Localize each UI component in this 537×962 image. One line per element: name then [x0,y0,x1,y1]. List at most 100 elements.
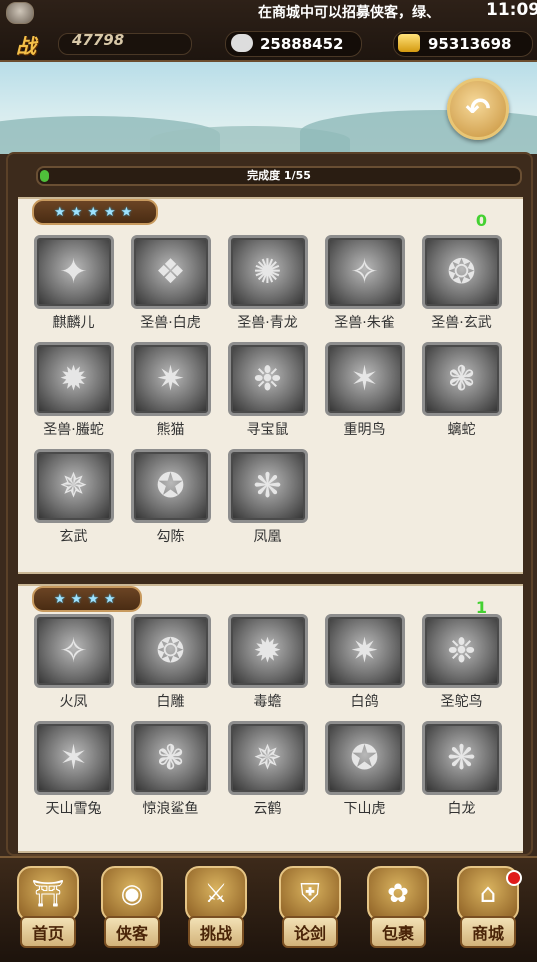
pet-name: 白雕 [156,694,185,710]
star-icon: ★ [103,591,116,607]
pet-name: 白鸽 [350,694,379,710]
pet-card[interactable]: ❋ 白龙 [413,721,510,818]
pet-card[interactable]: ✶ 天山雪兔 [25,721,122,818]
combat-power-value: 47798 [72,31,125,49]
nav-item-2[interactable]: ⚔ 挑战 [176,866,256,958]
pet-card[interactable]: ✹ 毒蟾 [219,614,316,711]
silver-currency[interactable]: 25888452 [225,31,362,57]
star-icon: ★ [70,204,83,220]
five-star-tab: ★ ★ ★ ★ ★ [32,199,159,225]
nav-label: 论剑 [281,916,338,948]
pet-card[interactable]: ❉ 圣鸵鸟 [413,614,510,711]
pet-portrait-icon: ✶ [324,342,405,416]
shield-icon: ⛨ [279,866,341,922]
pet-card[interactable]: ✷ 熊猫 [122,342,219,439]
pet-portrait-icon: ✷ [130,342,211,416]
nav-item-0[interactable]: ⛩ 首页 [8,866,88,958]
pet-card[interactable]: ✦ 麒麟儿 [25,235,122,332]
pet-portrait-icon: ✪ [130,449,211,523]
pet-portrait-icon: ❉ [227,342,308,416]
four-star-section[interactable]: ★ ★ ★ ★ 1 ✧ 火凤 ❂ 白雕 ✹ 毒蟾 ✷ 白鸽 ❉ 圣鸵鸟 ✶ 天山雪兔 ❃ 惊浪鲨鱼 ✵ 云鹤 ✪ 下山虎… [18,584,523,853]
avatar[interactable] [6,2,34,24]
pet-portrait-icon: ✷ [324,614,405,688]
pet-card[interactable]: ✹ 圣兽·螣蛇 [25,342,122,439]
pet-card[interactable]: ✪ 勾陈 [122,449,219,546]
nav-label: 挑战 [187,916,244,948]
five-star-section[interactable]: ★ ★ ★ ★ ★ 0 ✦ 麒麟儿 ❖ 圣兽·白虎 ✺ 圣兽·青龙 ✧ 圣兽·朱雀 ❂ 圣兽·玄武 ✹ 圣兽·… [18,197,523,574]
pet-portrait-icon: ❉ [421,614,502,688]
four-star-tab: ★ ★ ★ ★ [32,586,142,612]
pet-name: 圣兽·螣蛇 [43,422,104,438]
pet-portrait-icon: ✧ [324,235,405,309]
announcement-marquee: 在商城中可以招募侠客，绿、 [258,5,440,21]
pet-name: 火凤 [59,694,88,710]
pet-name: 天山雪兔 [45,801,102,817]
pet-portrait-icon: ❂ [421,235,502,309]
pet-name: 圣兽·朱雀 [334,315,395,331]
back-arrow-icon: ↶ [465,91,491,127]
silver-coin-icon [231,34,253,52]
nav-item-1[interactable]: ◉ 侠客 [92,866,172,958]
pet-card[interactable]: ✵ 玄武 [25,449,122,546]
pet-name: 圣兽·白虎 [140,315,201,331]
pet-card[interactable]: ✧ 火凤 [25,614,122,711]
bag-icon: ✿ [367,866,429,922]
pet-card[interactable]: ❉ 寻宝鼠 [219,342,316,439]
pet-card[interactable]: ❃ 惊浪鲨鱼 [122,721,219,818]
star-icon: ★ [70,591,83,607]
completion-progress: 完成度 1/55 [36,166,522,186]
pet-portrait-icon: ✵ [227,721,308,795]
pet-portrait-icon: ❃ [130,721,211,795]
pet-name: 下山虎 [343,801,386,817]
gold-currency[interactable]: 95313698 [393,31,533,57]
four-star-grid: ✧ 火凤 ❂ 白雕 ✹ 毒蟾 ✷ 白鸽 ❉ 圣鸵鸟 ✶ 天山雪兔 ❃ 惊浪鲨鱼 ✵ 云鹤 ✪ 下山虎 ❋ 白龙 [25,614,523,818]
pet-portrait-icon: ❃ [421,342,502,416]
five-star-grid: ✦ 麒麟儿 ❖ 圣兽·白虎 ✺ 圣兽·青龙 ✧ 圣兽·朱雀 ❂ 圣兽·玄武 ✹ 圣兽·螣蛇 ✷ 熊猫 ❉ 寻宝… [25,235,523,546]
pet-name: 勾陈 [156,529,185,545]
top-bar: 在商城中可以招募侠客，绿、 11:09 战力 47798 25888452 95… [0,0,537,87]
pet-name: 熊猫 [156,422,185,438]
pet-card[interactable]: ❂ 白雕 [122,614,219,711]
nav-label: 商城 [459,916,516,948]
pet-name: 麒麟儿 [52,315,95,331]
star-icon: ★ [54,591,66,607]
pet-name: 白龙 [447,801,476,817]
pet-card[interactable]: ❂ 圣兽·玄武 [413,235,510,332]
pet-card[interactable]: ✺ 圣兽·青龙 [219,235,316,332]
nav-item-4[interactable]: ✿ 包裹 [358,866,438,958]
pet-name: 惊浪鲨鱼 [142,801,199,817]
status-time: 11:09 [486,0,537,20]
pet-name: 寻宝鼠 [246,422,289,438]
pet-name: 云鹤 [253,801,282,817]
pet-portrait-icon: ✹ [227,614,308,688]
nav-label: 包裹 [369,916,426,948]
combat-power-badge: 战力 [16,34,36,87]
pet-card[interactable]: ✷ 白鸽 [316,614,413,711]
pet-name: 圣鸵鸟 [440,694,483,710]
pet-card[interactable]: ✵ 云鹤 [219,721,316,818]
pet-portrait-icon: ❂ [130,614,211,688]
pet-card[interactable]: ❃ 螭蛇 [413,342,510,439]
gold-amount: 95313698 [428,35,512,53]
pet-card[interactable]: ❋ 凤凰 [219,449,316,546]
five-star-count: 0 [475,211,487,230]
star-icon: ★ [54,204,66,220]
nav-label: 侠客 [103,916,160,948]
pet-card[interactable]: ✪ 下山虎 [316,721,413,818]
completion-label: 完成度 1/55 [247,169,311,182]
pet-name: 圣兽·玄武 [431,315,492,331]
pet-portrait-icon: ✶ [33,721,114,795]
pet-name: 重明鸟 [343,422,386,438]
star-icon: ★ [103,204,116,220]
pet-name: 圣兽·青龙 [237,315,298,331]
pet-name: 螭蛇 [447,422,476,438]
star-icon: ★ [120,204,133,220]
nav-item-3[interactable]: ⛨ 论剑 [270,866,350,958]
pet-card[interactable]: ✧ 圣兽·朱雀 [316,235,413,332]
pet-card[interactable]: ✶ 重明鸟 [316,342,413,439]
pet-card[interactable]: ❖ 圣兽·白虎 [122,235,219,332]
pet-name: 玄武 [59,529,88,545]
nav-item-5[interactable]: ⌂ 商城 [448,866,528,958]
egg-icon: ◉ [101,866,163,922]
back-button[interactable]: ↶ [447,78,509,140]
